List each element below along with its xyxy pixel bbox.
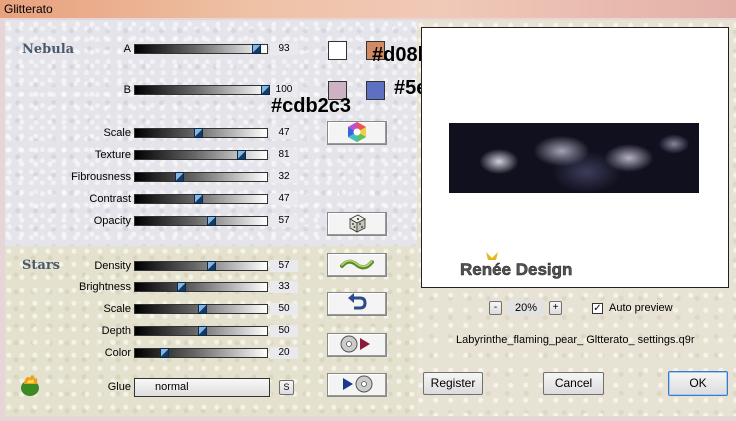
glue-mode-select[interactable]: normal: [134, 378, 270, 397]
preview-panel[interactable]: Renée Design: [421, 27, 729, 288]
zoom-in-button[interactable]: +: [549, 301, 562, 315]
undo-button[interactable]: [327, 292, 387, 316]
slider-thumb[interactable]: [237, 150, 247, 160]
zoom-out-button[interactable]: -: [489, 301, 502, 315]
save-preset-icon: [340, 374, 374, 397]
slider-nebula-scale-value[interactable]: 47: [270, 127, 298, 139]
slider-opacity-value[interactable]: 57: [270, 215, 298, 227]
watermark-text: Renée Design: [460, 260, 572, 279]
slider-fibrousness-value[interactable]: 32: [270, 171, 298, 183]
slider-contrast[interactable]: [134, 194, 268, 204]
slider-thumb[interactable]: [252, 44, 262, 54]
slider-density[interactable]: [134, 261, 268, 271]
window-title: Glitterato: [0, 0, 736, 18]
slider-depth-label: Depth: [101, 325, 131, 337]
slider-thumb[interactable]: [194, 128, 204, 138]
slider-brightness[interactable]: [134, 282, 268, 292]
slider-density-label: Density: [94, 260, 131, 272]
mutate-button[interactable]: [327, 253, 387, 277]
glitterato-window: Glitterato Nebula Stars A 93 B 100 Scale…: [0, 0, 736, 421]
slider-color[interactable]: [134, 348, 268, 358]
color-wheel-button[interactable]: [327, 121, 387, 145]
zoom-level: 20%: [508, 300, 544, 316]
slider-color-value[interactable]: 20: [270, 347, 298, 359]
slider-color-label: Color: [104, 347, 131, 359]
slider-thumb[interactable]: [206, 216, 216, 226]
nebula-b-color-swatch[interactable]: [366, 81, 385, 100]
dice-icon: [346, 212, 368, 237]
b-swatch-hex-annotation: #cdb2c3: [271, 95, 352, 117]
load-preset-button[interactable]: [327, 333, 387, 357]
slider-depth[interactable]: [134, 326, 268, 336]
slider-fibrousness[interactable]: [134, 172, 268, 182]
slider-opacity-label: Opacity: [93, 215, 131, 227]
slider-stars-scale[interactable]: [134, 304, 268, 314]
slider-texture-label: Texture: [94, 149, 131, 161]
renee-design-watermark: Renée Design: [458, 248, 578, 279]
slider-contrast-value[interactable]: 47: [270, 193, 298, 205]
slider-fibrousness-label: Fibrousness: [71, 171, 131, 183]
undo-arrow-icon: [346, 292, 368, 316]
slider-opacity[interactable]: [134, 216, 268, 226]
slider-thumb[interactable]: [198, 304, 207, 314]
slider-thumb[interactable]: [198, 326, 207, 336]
slider-thumb[interactable]: [175, 172, 185, 182]
slider-b[interactable]: [134, 85, 270, 95]
auto-preview-checkbox[interactable]: ✓: [592, 303, 603, 314]
hexagon-color-wheel-icon: [346, 121, 368, 146]
slider-b-label: B: [123, 84, 131, 96]
auto-preview-label: Auto preview: [609, 302, 673, 314]
save-preset-button[interactable]: [327, 373, 387, 397]
nebula-a-white-swatch[interactable]: [328, 41, 347, 60]
slider-contrast-label: Contrast: [89, 193, 131, 205]
nebula-preview-image: [449, 123, 699, 193]
slider-thumb[interactable]: [176, 282, 186, 292]
slider-thumb[interactable]: [160, 348, 170, 358]
slider-stars-scale-value[interactable]: 50: [270, 303, 298, 315]
load-preset-icon: [340, 334, 374, 357]
slider-texture-value[interactable]: 81: [270, 149, 298, 161]
slider-a-value[interactable]: 93: [270, 43, 298, 55]
slider-a-label: A: [123, 43, 131, 55]
cancel-button[interactable]: Cancel: [543, 372, 604, 395]
settings-file-name: Labyrinthe_flaming_pear_ Gltterato_ sett…: [456, 334, 695, 346]
slider-thumb[interactable]: [206, 261, 216, 271]
flaming-pear-logo-icon: [16, 370, 44, 398]
slider-depth-value[interactable]: 50: [270, 325, 298, 337]
slider-thumb[interactable]: [261, 85, 270, 95]
slider-nebula-scale[interactable]: [134, 128, 268, 138]
slider-stars-scale-label: Scale: [103, 303, 131, 315]
register-button[interactable]: Register: [423, 372, 483, 395]
slider-brightness-label: Brightness: [79, 281, 131, 293]
randomize-button[interactable]: [327, 212, 387, 236]
slider-brightness-value[interactable]: 33: [270, 281, 298, 293]
slider-thumb[interactable]: [194, 194, 204, 204]
ok-button[interactable]: OK: [668, 371, 728, 396]
slider-density-value[interactable]: 57: [270, 260, 298, 272]
slider-scale-label: Scale: [103, 127, 131, 139]
glue-s-button[interactable]: S: [279, 380, 294, 395]
slider-texture[interactable]: [134, 150, 268, 160]
wave-icon: [339, 255, 375, 276]
slider-a[interactable]: [134, 44, 268, 54]
